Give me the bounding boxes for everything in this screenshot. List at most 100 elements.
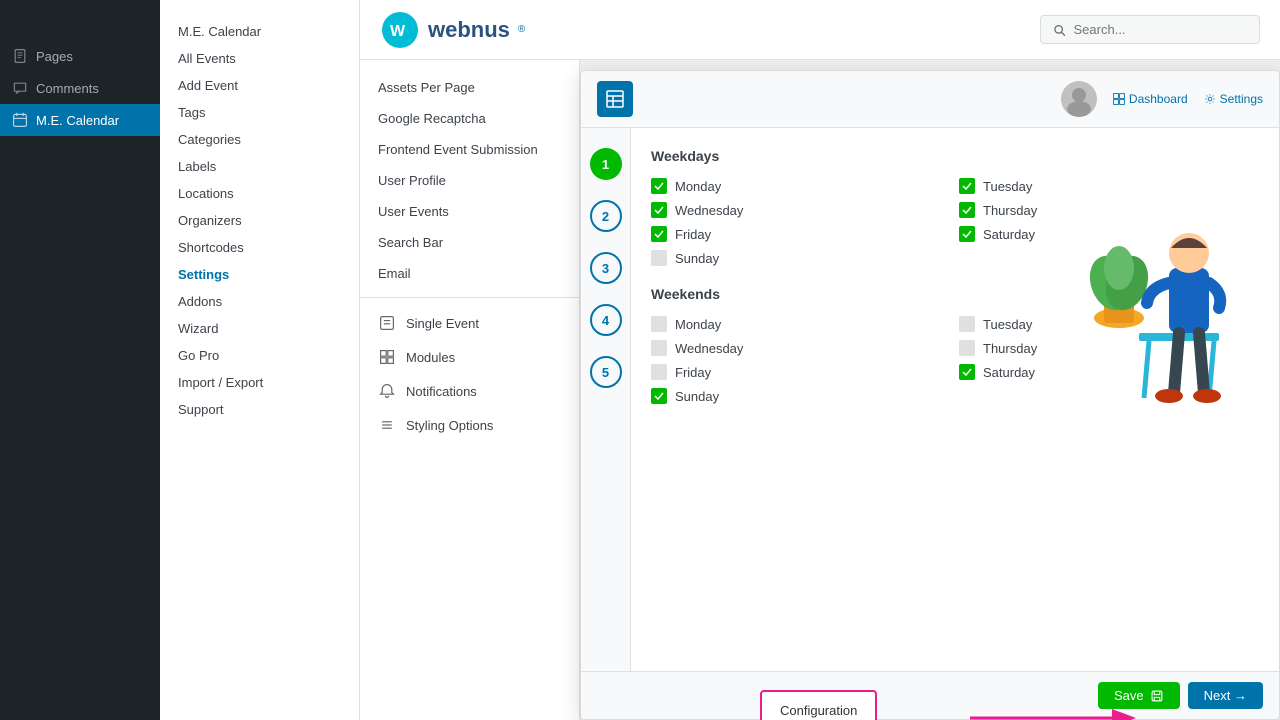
submenu-shortcodes[interactable]: Shortcodes [160,234,359,261]
menu-item-modules[interactable]: Modules [360,340,579,374]
wknd-wednesday-label: Wednesday [675,341,743,356]
sunday-checkbox[interactable] [651,250,667,266]
wknd-saturday-checkbox[interactable] [959,364,975,380]
settings-link[interactable]: Settings [1204,92,1263,106]
wednesday-label: Wednesday [675,203,743,218]
wizard-table-icon [597,81,633,117]
mec-submenu: Admin area for the Modern Events Calenda… [160,0,360,720]
settings-label: Settings [1220,92,1263,106]
settings-sidebar: Assets Per Page Google Recaptcha Fronten… [360,60,580,720]
submenu-locations[interactable]: Locations [160,180,359,207]
wknd-wednesday-checkbox[interactable] [651,340,667,356]
saturday-checkbox[interactable] [959,226,975,242]
sidebar-mec-label: M.E. Calendar [36,113,119,128]
menu-label-user-events: User Events [378,204,449,219]
config-arrow [960,698,1160,720]
next-label: Next → [1204,688,1247,703]
monday-checkbox[interactable] [651,178,667,194]
wp-admin-sidebar: Pages Comments M.E. Calendar [0,0,160,720]
styling-icon [378,416,396,434]
menu-label-single-event: Single Event [406,316,479,331]
wizard-footer: Save Next → [581,671,1279,719]
modules-icon [378,348,396,366]
next-button[interactable]: Next → [1188,682,1263,709]
wknd-saturday-label: Saturday [983,365,1035,380]
notifications-icon [378,382,396,400]
wizard-body: 1 2 3 4 5 Weekdays [581,128,1279,671]
annotation-wizard: Configuration Wizard [760,690,877,720]
submenu-me-calendar[interactable]: M.E. Calendar [160,18,359,45]
step-3: 3 [590,252,622,284]
logo-trademark: ® [518,24,525,35]
sidebar-item-comments[interactable]: Comments [0,72,160,104]
weekend-wednesday: Wednesday [651,340,951,356]
wknd-thursday-checkbox[interactable] [959,340,975,356]
menu-item-user-events[interactable]: User Events [360,196,579,227]
menu-label-styling: Styling Options [406,418,493,433]
wknd-friday-checkbox[interactable] [651,364,667,380]
illustration [1039,138,1259,418]
submenu-all-events[interactable]: All Events [160,45,359,72]
sidebar-item-mec[interactable]: M.E. Calendar [0,104,160,136]
submenu-labels[interactable]: Labels [160,153,359,180]
search-box[interactable] [1040,15,1260,44]
dashboard-link[interactable]: Dashboard [1113,92,1188,106]
menu-item-styling[interactable]: Styling Options [360,408,579,442]
submenu-settings[interactable]: Settings [160,261,359,288]
comments-icon [12,80,28,96]
submenu-support[interactable]: Support [160,396,359,423]
wizard-annotation-line1: Configuration [780,703,857,718]
submenu-import-export[interactable]: Import / Export [160,369,359,396]
submenu-organizers[interactable]: Organizers [160,207,359,234]
sidebar-item-pages[interactable]: Pages [0,40,160,72]
saturday-label: Saturday [983,227,1035,242]
wizard-overlay: Dashboard Settings [580,70,1280,720]
menu-item-email[interactable]: Email [360,258,579,289]
wednesday-checkbox[interactable] [651,202,667,218]
tuesday-checkbox[interactable] [959,178,975,194]
menu-label-notifications: Notifications [406,384,477,399]
wknd-sunday-checkbox[interactable] [651,388,667,404]
friday-checkbox[interactable] [651,226,667,242]
wizard-step-sidebar: 1 2 3 4 5 [581,128,631,671]
menu-label-assets: Assets Per Page [378,80,475,95]
menu-label-recaptcha: Google Recaptcha [378,111,486,126]
submenu-add-event[interactable]: Add Event [160,72,359,99]
menu-item-recaptcha[interactable]: Google Recaptcha [360,103,579,134]
menu-item-assets[interactable]: Assets Per Page [360,72,579,103]
step-5: 5 [590,356,622,388]
search-input[interactable] [1074,22,1247,37]
avatar [1061,81,1097,117]
wknd-sunday-label: Sunday [675,389,719,404]
submenu-gopro[interactable]: Go Pro [160,342,359,369]
submenu-wizard[interactable]: Wizard [160,315,359,342]
logo-area: W webnus ® [380,10,525,50]
thursday-label: Thursday [983,203,1037,218]
submenu-addons[interactable]: Addons [160,288,359,315]
menu-item-notifications[interactable]: Notifications [360,374,579,408]
weekend-monday: Monday [651,316,951,332]
submenu-categories[interactable]: Categories [160,126,359,153]
page-header: W webnus ® [360,0,1280,60]
sidebar-pages-label: Pages [36,49,73,64]
weekday-wednesday: Wednesday [651,202,951,218]
menu-item-frontend[interactable]: Frontend Event Submission [360,134,579,165]
menu-item-single-event[interactable]: Single Event [360,306,579,340]
wknd-monday-checkbox[interactable] [651,316,667,332]
weekend-friday: Friday [651,364,951,380]
menu-label-modules: Modules [406,350,455,365]
menu-item-user-profile[interactable]: User Profile [360,165,579,196]
weekday-monday: Monday [651,178,951,194]
thursday-checkbox[interactable] [959,202,975,218]
menu-item-search-bar[interactable]: Search Bar [360,227,579,258]
menu-label-search-bar: Search Bar [378,235,443,250]
step-1: 1 [590,148,622,180]
wizard-main-content: Weekdays Monday [631,128,1279,671]
wknd-tuesday-checkbox[interactable] [959,316,975,332]
menu-label-email: Email [378,266,411,281]
submenu-tags[interactable]: Tags [160,99,359,126]
wizard-steps-container [597,81,633,117]
weekend-sunday: Sunday [651,388,951,404]
menu-label-frontend: Frontend Event Submission [378,142,538,157]
webnus-logo-icon: W [380,10,420,50]
